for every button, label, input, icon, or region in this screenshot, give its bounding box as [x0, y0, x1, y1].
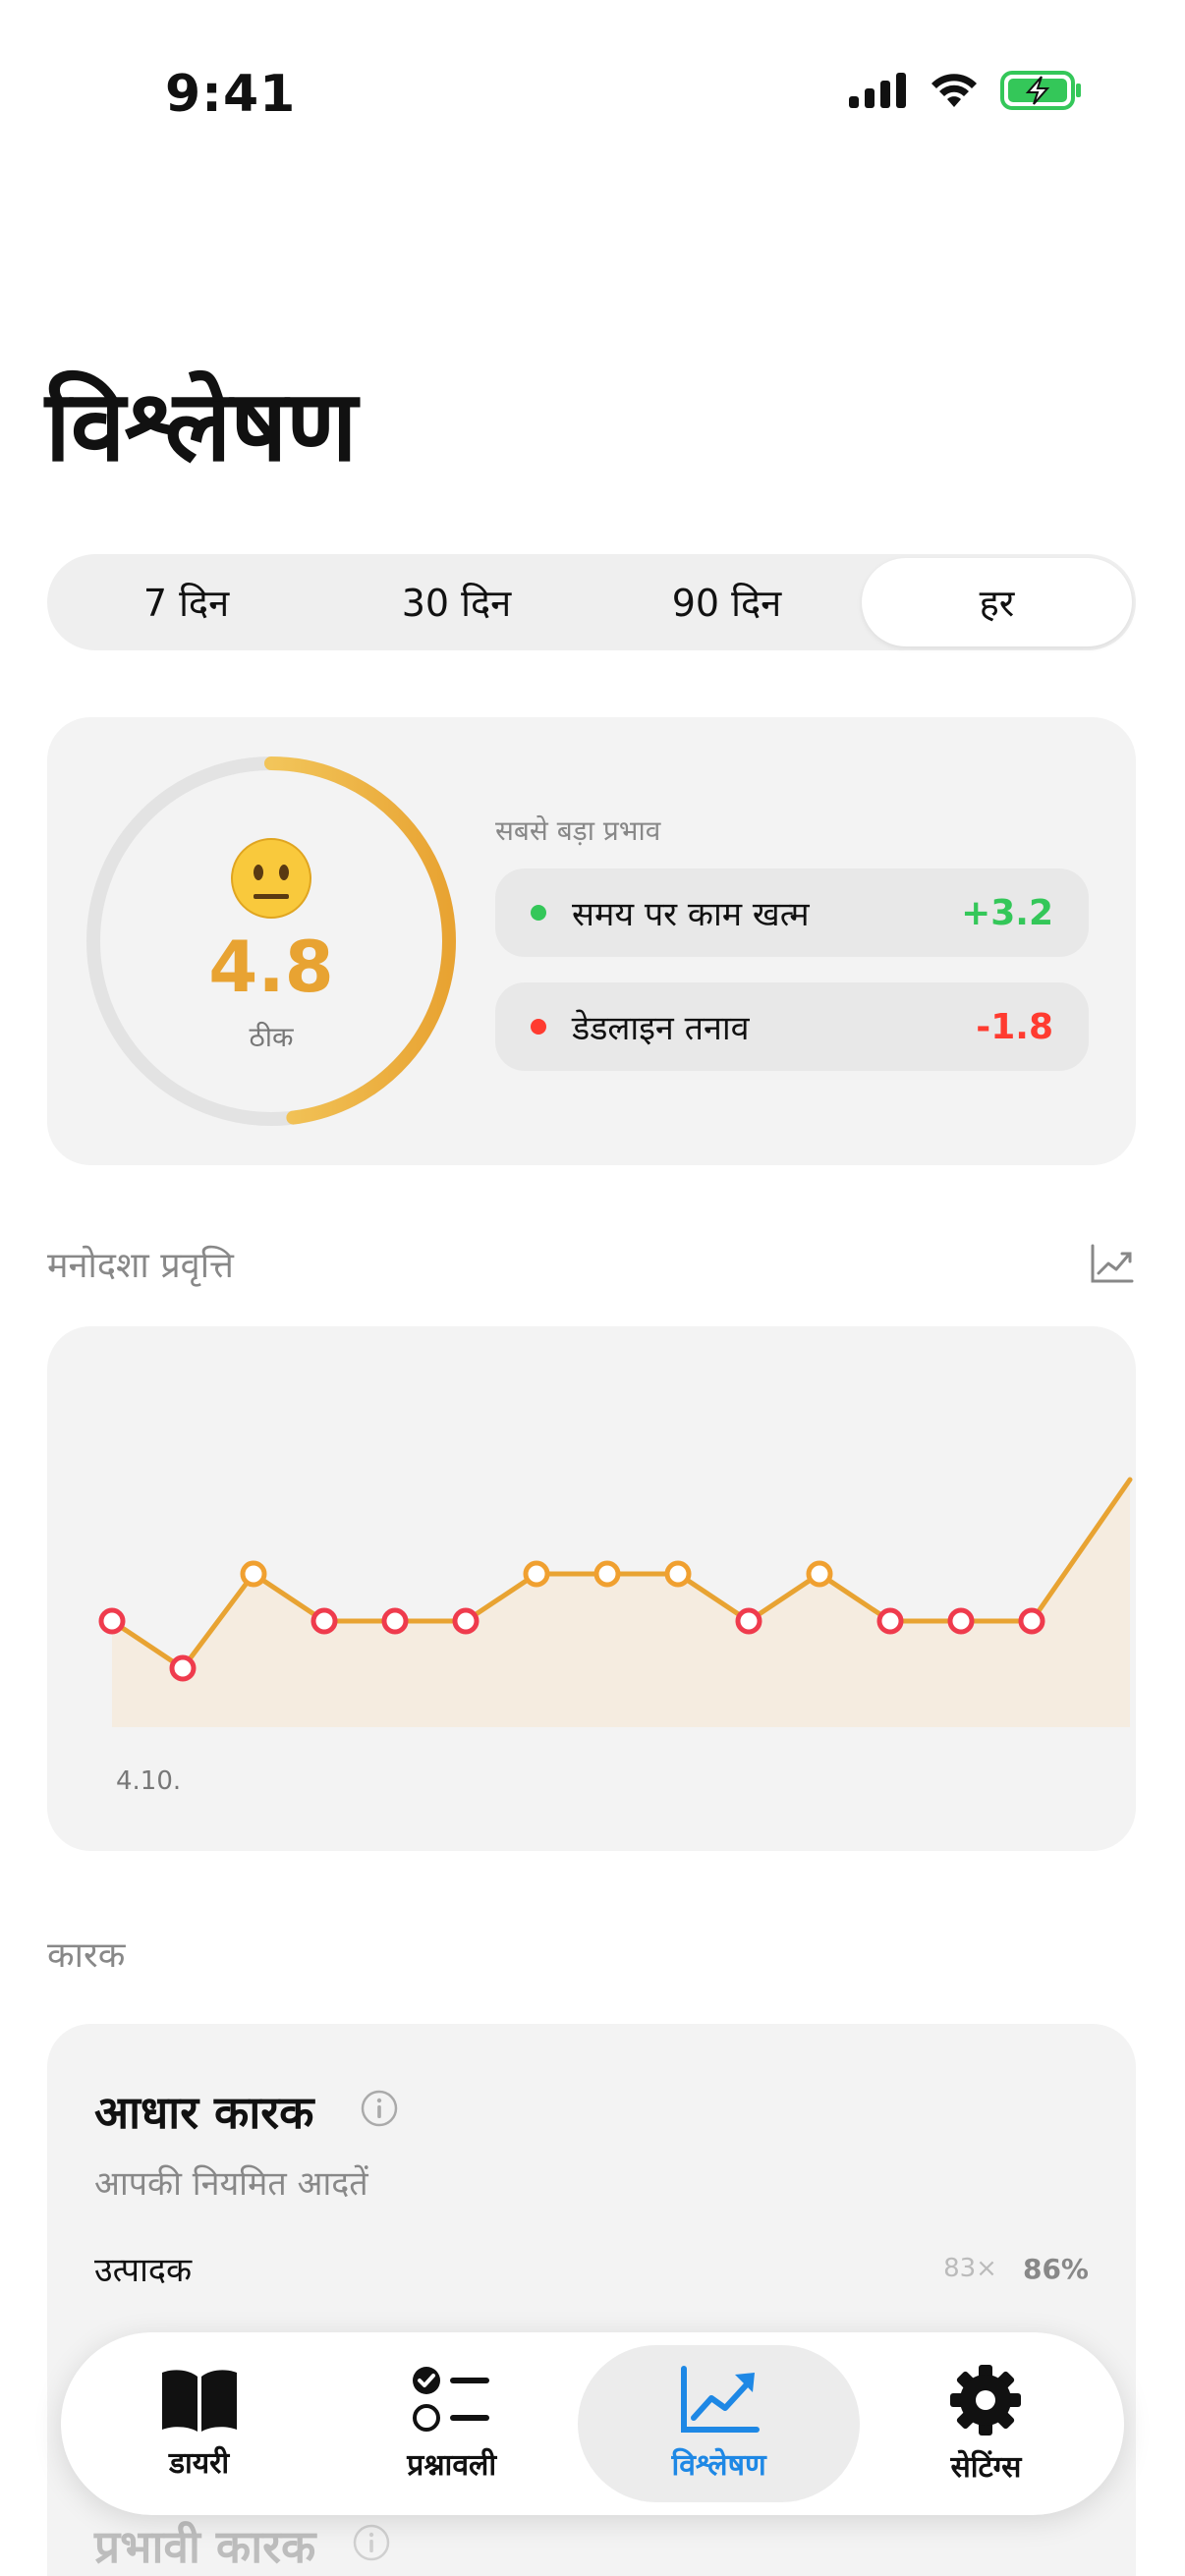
tab-label: सेटिंग्स	[950, 2449, 1022, 2485]
info-icon[interactable]	[352, 2523, 391, 2562]
gear-icon	[950, 2364, 1022, 2436]
tab-label: विश्लेषण	[671, 2447, 766, 2483]
factor-count: 83×	[943, 2254, 997, 2283]
chart-line-icon	[680, 2365, 760, 2433]
impact-item-label: समय पर काम खत्म	[572, 895, 810, 934]
tab-analysis[interactable]: विश्लेषण	[578, 2345, 860, 2502]
tab-label: डायरी	[168, 2445, 230, 2481]
trend-chart-svg	[98, 1477, 1133, 1727]
neutral-face-icon	[231, 838, 311, 919]
chart-area	[112, 1480, 1130, 1727]
chart-point[interactable]	[947, 1607, 975, 1635]
book-icon	[161, 2369, 237, 2432]
positive-dot-icon	[531, 905, 546, 921]
score-label: ठीक	[249, 1021, 294, 1053]
base-factors-subtitle: आपकी नियमित आदतें	[94, 2164, 368, 2204]
factor-name: उत्पादक	[94, 2251, 193, 2290]
tab-settings[interactable]: सेटिंग्स	[860, 2345, 1112, 2502]
chart-point[interactable]	[806, 1560, 833, 1588]
chart-x-start-label: 4.10.	[116, 1766, 182, 1796]
chart-point[interactable]	[664, 1560, 692, 1588]
range-tab-7d[interactable]: 7 दिन	[51, 558, 321, 646]
chart-point[interactable]	[523, 1560, 550, 1588]
factors-section-title: कारक	[47, 1935, 126, 1976]
wifi-icon	[931, 74, 977, 107]
base-factors-title: आधार कारक	[94, 2086, 314, 2139]
checklist-icon	[412, 2366, 489, 2432]
mood-score-card: 4.8 ठीक सबसे बड़ा प्रभाव समय पर काम खत्म…	[47, 717, 1136, 1165]
tab-label: प्रश्नावली	[407, 2447, 497, 2483]
signal-icon	[849, 73, 906, 108]
chart-point[interactable]	[1018, 1607, 1045, 1635]
chart-point[interactable]	[876, 1607, 904, 1635]
status-time: 9:41	[165, 65, 297, 124]
impact-item-positive[interactable]: समय पर काम खत्म +3.2	[495, 868, 1089, 957]
chart-point[interactable]	[98, 1607, 126, 1635]
chart-point[interactable]	[169, 1654, 197, 1682]
impact-item-value: -1.8	[976, 1006, 1053, 1047]
status-icons	[849, 71, 1083, 110]
analysis-screen: 9:41 विश्लेषण 7 दिन 30 दिन 90 दिन हर 4.8…	[0, 0, 1185, 2576]
factor-row[interactable]: उत्पादक 83× 86%	[94, 2246, 1089, 2291]
chart-point[interactable]	[240, 1560, 267, 1588]
range-tab-30d[interactable]: 30 दिन	[321, 558, 592, 646]
chart-point[interactable]	[735, 1607, 762, 1635]
battery-icon	[1000, 71, 1081, 110]
range-tab-all[interactable]: हर	[862, 558, 1132, 646]
chart-point[interactable]	[381, 1607, 409, 1635]
impact-item-negative[interactable]: डेडलाइन तनाव -1.8	[495, 982, 1089, 1071]
chart-line-icon[interactable]	[1089, 1240, 1136, 1287]
negative-dot-icon	[531, 1019, 546, 1035]
impact-title: सबसे बड़ा प्रभाव	[495, 814, 661, 847]
factor-percent: 86%	[1022, 2252, 1089, 2285]
tab-diary[interactable]: डायरी	[73, 2345, 325, 2502]
range-segmented-control: 7 दिन 30 दिन 90 दिन हर	[47, 554, 1136, 650]
chart-point[interactable]	[452, 1607, 480, 1635]
info-icon[interactable]	[360, 2089, 399, 2128]
tab-questionnaire[interactable]: प्रश्नावली	[325, 2345, 578, 2502]
score-value: 4.8	[208, 925, 334, 1008]
mood-trend-chart: 4.10.	[47, 1326, 1136, 1851]
range-tab-90d[interactable]: 90 दिन	[592, 558, 862, 646]
impact-item-value: +3.2	[961, 892, 1053, 933]
chart-point[interactable]	[310, 1607, 338, 1635]
page-title: विश्लेषण	[45, 368, 358, 483]
impact-item-label: डेडलाइन तनाव	[572, 1009, 750, 1048]
bottom-tab-bar: डायरी प्रश्नावली विश्लेषण सेटिंग्स	[61, 2332, 1124, 2515]
chart-point[interactable]	[593, 1560, 621, 1588]
impact-factors-title: प्रभावी कारक	[94, 2520, 316, 2573]
trend-section-title: मनोदशा प्रवृत्ति	[47, 1246, 234, 1286]
